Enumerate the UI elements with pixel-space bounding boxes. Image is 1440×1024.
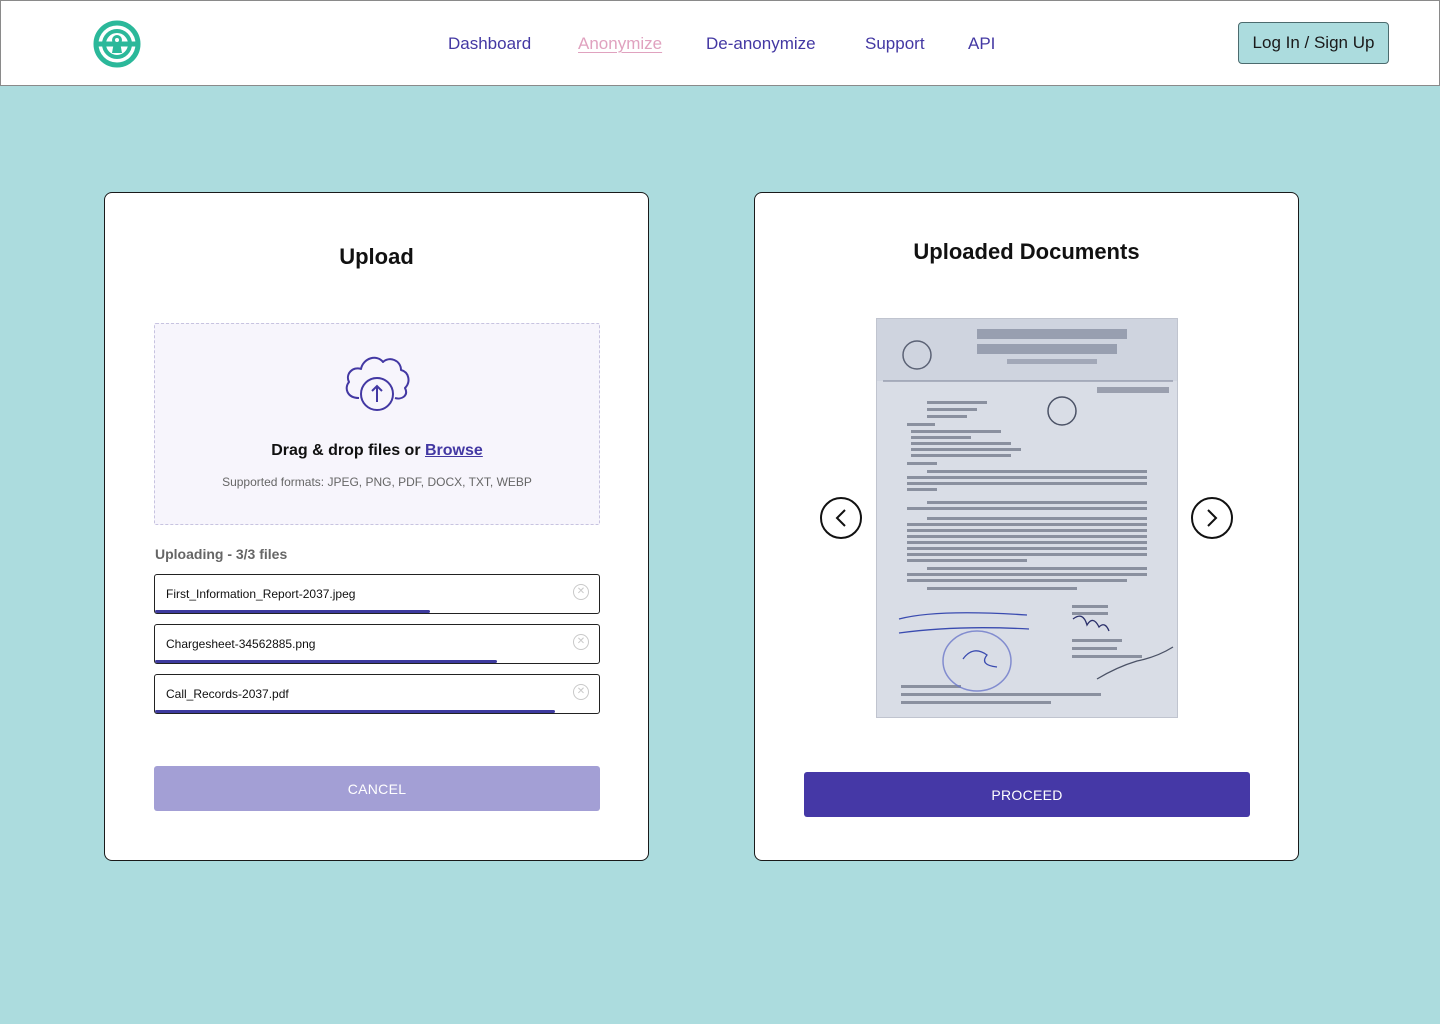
nav-api[interactable]: API [968,34,995,54]
cancel-button[interactable]: CANCEL [154,766,600,811]
upload-progress-bar [155,660,497,663]
nav-de-anonymize[interactable]: De-anonymize [706,34,816,54]
drag-drop-text: Drag & drop files or [271,442,425,459]
chevron-right-icon [1207,509,1218,527]
file-name: First_Information_Report-2037.jpeg [166,587,356,601]
upload-card: Upload Drag & drop files or Browse Suppo… [104,192,649,861]
uploaded-documents-card: Uploaded Documents PROCEED [754,192,1299,861]
browse-link[interactable]: Browse [425,442,483,459]
remove-file-icon[interactable]: ✕ [573,684,589,700]
file-row: Chargesheet-34562885.png ✕ [154,624,600,664]
nav-support[interactable]: Support [865,34,925,54]
cloud-upload-icon [341,352,413,414]
documents-title: Uploaded Documents [913,239,1140,264]
file-name: Chargesheet-34562885.png [166,637,316,651]
remove-file-icon[interactable]: ✕ [573,634,589,650]
login-signup-button[interactable]: Log In / Sign Up [1238,22,1389,64]
upload-progress-bar [155,710,555,713]
uploading-status: Uploading - 3/3 files [155,546,288,562]
top-navbar: Dashboard Anonymize De-anonymize Support… [0,0,1440,86]
remove-file-icon[interactable]: ✕ [573,584,589,600]
logo-icon[interactable] [93,20,141,68]
upload-title: Upload [339,244,414,269]
document-preview-image [876,318,1178,718]
previous-document-button[interactable] [820,497,862,539]
proceed-button[interactable]: PROCEED [804,772,1250,817]
next-document-button[interactable] [1191,497,1233,539]
file-row: First_Information_Report-2037.jpeg ✕ [154,574,600,614]
file-name: Call_Records-2037.pdf [166,687,289,701]
chevron-left-icon [835,509,846,527]
nav-anonymize[interactable]: Anonymize [578,34,662,54]
file-row: Call_Records-2037.pdf ✕ [154,674,600,714]
dropzone-instruction: Drag & drop files or Browse [155,442,599,460]
upload-progress-bar [155,610,431,613]
supported-formats: Supported formats: JPEG, PNG, PDF, DOCX,… [222,475,532,489]
nav-dashboard[interactable]: Dashboard [448,34,531,54]
file-dropzone[interactable]: Drag & drop files or Browse Supported fo… [154,323,600,525]
